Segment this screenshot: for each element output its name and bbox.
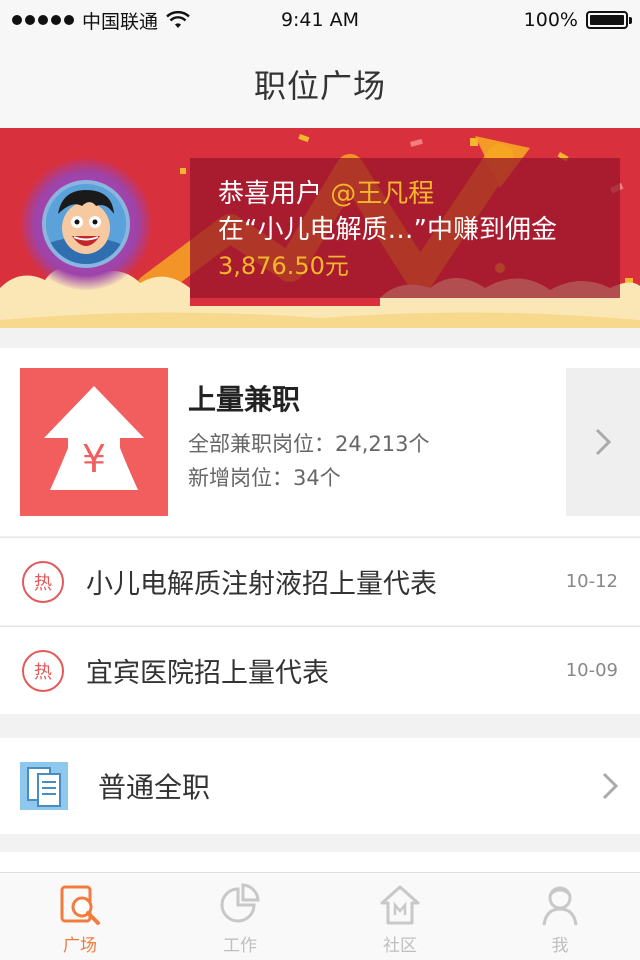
status-right: 100% (523, 9, 632, 31)
document-icon (20, 762, 68, 810)
hot-item-title: 小儿电解质注射液招上量代表 (86, 569, 437, 600)
fulltime-label: 普通全职 (98, 771, 211, 804)
tab-label: 广场 (63, 936, 97, 956)
tab-label: 工作 (223, 936, 257, 956)
tab-label: 我 (551, 936, 569, 956)
hot-list-item-2[interactable]: 热 宜宾医院招上量代表 10-09 (0, 626, 640, 714)
tab-square[interactable]: 广场 (0, 873, 160, 960)
wifi-icon (166, 11, 190, 28)
hot-item-date: 10-09 (565, 660, 618, 681)
hot-list-item-1[interactable]: 热 小儿电解质注射液招上量代表 10-12 (0, 537, 640, 625)
status-left: 中国联通 (12, 7, 190, 34)
person-icon (542, 886, 578, 926)
pie-chart-icon (220, 883, 260, 923)
avatar (42, 180, 130, 268)
hot-item-title: 宜宾医院招上量代表 (86, 658, 329, 689)
search-doc-icon (60, 885, 100, 925)
cartoon-avatar-icon (46, 184, 126, 264)
tab-me[interactable]: 我 (480, 873, 640, 960)
card-title: 上量兼职 (188, 383, 301, 416)
card-arrow-button[interactable] (566, 368, 640, 516)
tab-work[interactable]: 工作 (160, 873, 320, 960)
page: 中国联通 9:41 AM 100% 职位广场 恭喜用户 @王凡程 在“小儿电解质… (0, 0, 640, 960)
page-title: 职位广场 (253, 67, 386, 105)
hot-badge-icon: 热 (22, 560, 64, 603)
svg-text:¥: ¥ (82, 437, 106, 481)
parttime-card[interactable]: ¥ 上量兼职 全部兼职岗位：24,213个 新增岗位：34个 (0, 348, 640, 536)
battery-percent: 100% (523, 9, 578, 31)
notice-line-2: 在“小儿电解质…”中赚到佣金 (218, 215, 557, 245)
carrier-label: 中国联通 (82, 10, 159, 33)
tab-community[interactable]: 社区 (320, 873, 480, 960)
hot-item-date: 10-12 (565, 571, 618, 592)
signal-dots-icon (12, 15, 74, 25)
card-new-jobs: 新增岗位：34个 (188, 466, 341, 490)
list-edge (0, 852, 640, 872)
nav-bar: 职位广场 (0, 40, 640, 128)
notice-prefix: 恭喜用户 (218, 179, 331, 209)
chevron-right-icon (602, 772, 619, 800)
status-bar: 中国联通 9:41 AM 100% (0, 0, 640, 40)
battery-icon (586, 11, 632, 29)
notice-amount: 3,876.50元 (218, 252, 349, 280)
notice-line-1: 恭喜用户 @王凡程 (218, 176, 620, 212)
chevron-right-icon (595, 428, 612, 456)
earning-notice: 恭喜用户 @王凡程 在“小儿电解质…”中赚到佣金 3,876.50元 (190, 158, 620, 298)
tab-label: 社区 (383, 936, 417, 956)
house-icon (380, 885, 420, 925)
fulltime-row[interactable]: 普通全职 (0, 738, 640, 834)
yen-arrow-up-icon: ¥ (20, 368, 168, 516)
hot-badge-icon: 热 (22, 649, 64, 692)
notice-username[interactable]: @王凡程 (330, 179, 434, 209)
card-total-jobs: 全部兼职岗位：24,213个 (188, 432, 430, 456)
promo-banner[interactable]: 恭喜用户 @王凡程 在“小儿电解质…”中赚到佣金 3,876.50元 (0, 128, 640, 328)
tab-bar: 广场 工作 社区 我 (0, 872, 640, 960)
